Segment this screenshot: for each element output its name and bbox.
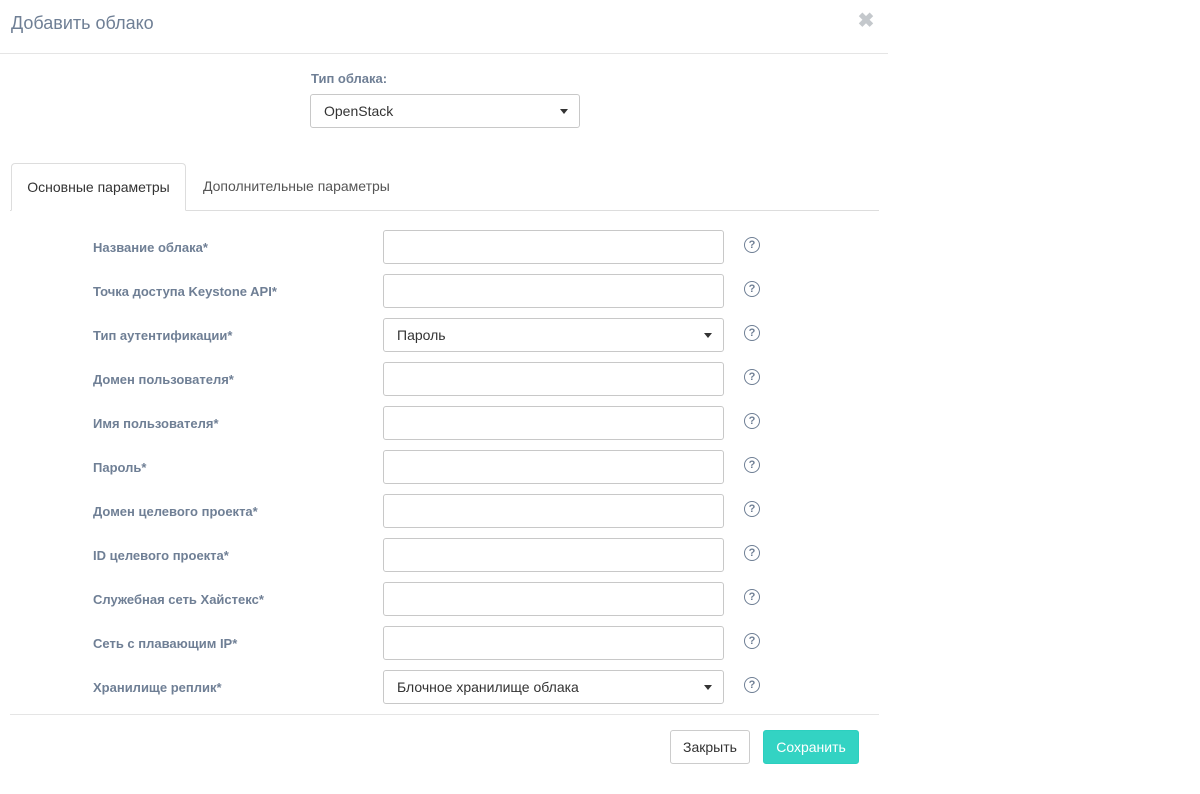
field-label-floating-ip-network: Сеть с плавающим IP* xyxy=(93,636,238,651)
field-label-service-network: Служебная сеть Хайстекс* xyxy=(93,592,264,607)
replica-storage-value: Блочное хранилище облака xyxy=(397,679,579,695)
field-label-target-project-domain: Домен целевого проекта* xyxy=(93,504,258,519)
help-icon[interactable]: ? xyxy=(744,457,760,473)
help-icon[interactable]: ? xyxy=(744,325,760,341)
field-label-target-project-id: ID целевого проекта* xyxy=(93,548,229,563)
user-domain-input[interactable] xyxy=(383,362,724,396)
cloud-type-value: OpenStack xyxy=(324,103,394,119)
target-project-domain-input[interactable] xyxy=(383,494,724,528)
dialog-header: Добавить облако ✖ xyxy=(0,0,888,54)
dialog-title: Добавить облако xyxy=(11,13,154,33)
tab-advanced-params[interactable]: Дополнительные параметры xyxy=(203,163,390,209)
auth-type-value: Пароль xyxy=(397,327,446,343)
username-input[interactable] xyxy=(383,406,724,440)
chevron-down-icon xyxy=(704,685,712,690)
field-label-replica-storage: Хранилище реплик* xyxy=(93,680,222,695)
help-icon[interactable]: ? xyxy=(744,545,760,561)
tabs-bar: Основные параметры Дополнительные параме… xyxy=(10,163,879,211)
cloud-type-select[interactable]: OpenStack xyxy=(310,94,580,128)
field-label-cloud-name: Название облака* xyxy=(93,240,208,255)
cloud-type-label: Тип облака: xyxy=(311,71,388,86)
auth-type-select[interactable]: Пароль xyxy=(383,318,724,352)
help-icon[interactable]: ? xyxy=(744,677,760,693)
field-label-username: Имя пользователя* xyxy=(93,416,219,431)
help-icon[interactable]: ? xyxy=(744,589,760,605)
footer-divider xyxy=(10,714,879,715)
chevron-down-icon xyxy=(704,333,712,338)
password-input[interactable] xyxy=(383,450,724,484)
help-icon[interactable]: ? xyxy=(744,501,760,517)
keystone-api-input[interactable] xyxy=(383,274,724,308)
field-label-password: Пароль* xyxy=(93,460,147,475)
target-project-id-input[interactable] xyxy=(383,538,724,572)
help-icon[interactable]: ? xyxy=(744,369,760,385)
help-icon[interactable]: ? xyxy=(744,633,760,649)
tab-basic-params[interactable]: Основные параметры xyxy=(11,163,186,211)
cloud-name-input[interactable] xyxy=(383,230,724,264)
field-label-auth-type: Тип аутентификации* xyxy=(93,328,233,343)
help-icon[interactable]: ? xyxy=(744,413,760,429)
close-button[interactable]: Закрыть xyxy=(670,730,750,764)
floating-ip-network-input[interactable] xyxy=(383,626,724,660)
field-label-user-domain: Домен пользователя* xyxy=(93,372,234,387)
chevron-down-icon xyxy=(560,109,568,114)
field-label-keystone-api: Точка доступа Keystone API* xyxy=(93,284,277,299)
replica-storage-select[interactable]: Блочное хранилище облака xyxy=(383,670,724,704)
close-icon[interactable]: ✖ xyxy=(856,10,876,32)
help-icon[interactable]: ? xyxy=(744,281,760,297)
add-cloud-dialog: Добавить облако ✖ Тип облака: OpenStack … xyxy=(0,0,888,794)
help-icon[interactable]: ? xyxy=(744,237,760,253)
service-network-input[interactable] xyxy=(383,582,724,616)
save-button[interactable]: Сохранить xyxy=(763,730,859,764)
